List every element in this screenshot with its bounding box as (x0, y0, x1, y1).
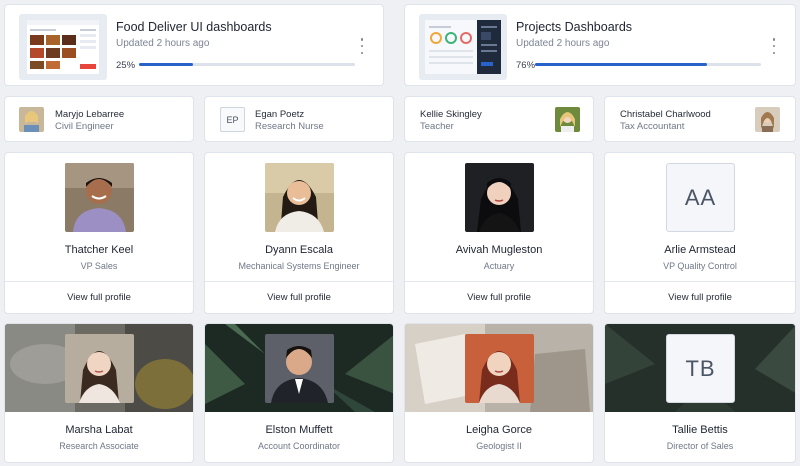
project-updated-time: Updated 2 hours ago (116, 38, 210, 49)
project-updated-time: Updated 2 hours ago (516, 38, 610, 49)
project-title[interactable]: Food Deliver UI dashboards (116, 20, 272, 34)
more-options-icon[interactable] (771, 38, 777, 54)
contact-role: Tax Accountant (620, 121, 685, 132)
profile-card: AA Arlie Armstead VP Quality Control Vie… (604, 152, 796, 314)
avatar-initials: EP (220, 107, 245, 132)
view-profile-link[interactable]: View full profile (405, 292, 593, 303)
contact-name: Christabel Charlwood (620, 109, 711, 120)
project-progress-bar (535, 63, 761, 66)
profile-photo (465, 163, 534, 232)
profile-initials: AA (666, 163, 735, 232)
profile-card-with-cover: Leigha Gorce Geologist II (404, 323, 594, 463)
more-options-icon[interactable] (359, 38, 365, 54)
project-title[interactable]: Projects Dashboards (516, 20, 632, 34)
profile-name: Leigha Gorce (465, 424, 533, 436)
project-card-food-deliver[interactable]: Food Deliver UI dashboards Updated 2 hou… (4, 4, 384, 86)
profile-name: Arlie Armstead (664, 244, 736, 256)
profile-photo (465, 334, 534, 403)
profile-name: Avivah Mugleston (455, 244, 543, 256)
profile-card: Thatcher Keel VP Sales View full profile (4, 152, 194, 314)
profile-role: Mechanical Systems Engineer (238, 261, 360, 271)
contact-card[interactable]: Christabel Charlwood Tax Accountant (604, 96, 796, 142)
profile-role: Geologist II (476, 441, 522, 451)
profile-photo (65, 334, 134, 403)
project-progress-fill (535, 63, 707, 66)
profile-role: Director of Sales (666, 441, 734, 451)
contact-card[interactable]: Maryjo Lebarree Civil Engineer (4, 96, 194, 142)
contact-name: Kellie Skingley (420, 109, 482, 120)
contact-role: Teacher (420, 121, 454, 132)
profile-card-with-cover: TB Tallie Bettis Director of Sales (604, 323, 796, 463)
view-profile-link[interactable]: View full profile (205, 292, 393, 303)
profile-photo (265, 163, 334, 232)
profile-card: Avivah Mugleston Actuary View full profi… (404, 152, 594, 314)
project-progress-bar (139, 63, 355, 66)
profile-name: Elston Muffett (265, 424, 333, 436)
contact-card[interactable]: EP Egan Poetz Research Nurse (204, 96, 394, 142)
profile-card-with-cover: Marsha Labat Research Associate (4, 323, 194, 463)
contact-role: Research Nurse (255, 121, 324, 132)
divider (5, 281, 193, 282)
avatar (19, 107, 44, 132)
project-progress-fill (139, 63, 193, 66)
profile-role: Account Coordinator (257, 441, 341, 451)
view-profile-link[interactable]: View full profile (5, 292, 193, 303)
project-card-projects-dashboards[interactable]: Projects Dashboards Updated 2 hours ago … (404, 4, 796, 86)
profile-initials: TB (666, 334, 735, 403)
profile-name: Dyann Escala (265, 244, 333, 256)
divider (205, 281, 393, 282)
divider (405, 281, 593, 282)
profile-name: Thatcher Keel (64, 244, 134, 256)
profile-role: Research Associate (59, 441, 139, 451)
avatar (755, 107, 780, 132)
profile-photo (265, 334, 334, 403)
contact-card[interactable]: Kellie Skingley Teacher (404, 96, 594, 142)
view-profile-link[interactable]: View full profile (605, 292, 795, 303)
contact-name: Maryjo Lebarree (55, 109, 125, 120)
profile-card-with-cover: Elston Muffett Account Coordinator (204, 323, 394, 463)
profile-name: Tallie Bettis (672, 424, 728, 436)
profile-card: Dyann Escala Mechanical Systems Engineer… (204, 152, 394, 314)
avatar (555, 107, 580, 132)
profile-role: VP Sales (80, 261, 118, 271)
project-thumbnail (419, 14, 507, 80)
project-progress-label: 76% (516, 60, 536, 71)
divider (605, 281, 795, 282)
contact-name: Egan Poetz (255, 109, 305, 120)
contact-role: Civil Engineer (55, 121, 114, 132)
project-thumbnail (19, 14, 107, 80)
profile-role: VP Quality Control (663, 261, 737, 271)
profile-photo (65, 163, 134, 232)
project-progress-label: 25% (116, 60, 136, 71)
profile-role: Actuary (483, 261, 515, 271)
profile-name: Marsha Labat (65, 424, 133, 436)
